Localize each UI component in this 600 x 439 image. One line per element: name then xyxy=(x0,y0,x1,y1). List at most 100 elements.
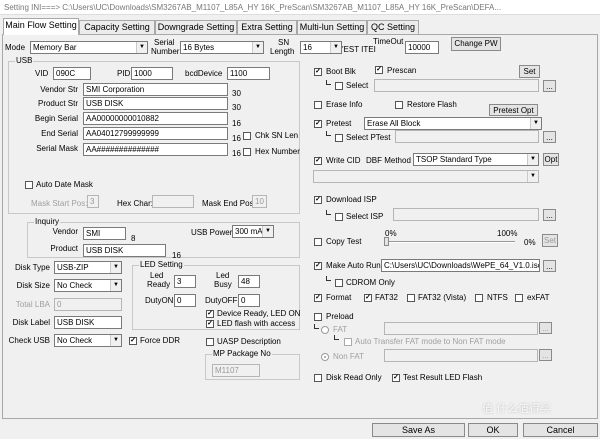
pretest-select[interactable]: Erase All Block ▼ xyxy=(364,117,542,130)
inquiry-vendor-input[interactable]: SMI xyxy=(83,227,126,240)
auto-run-path-input[interactable]: C:\Users\UC\Downloads\WePE_64_V1.0.iso xyxy=(381,259,540,272)
duty-off-input[interactable]: 0 xyxy=(238,294,260,307)
serial-number-value: 16 Bytes xyxy=(183,43,215,52)
serial-number-label-2: Number xyxy=(151,47,180,56)
hex-char-input[interactable] xyxy=(152,195,194,208)
end-serial-input[interactable]: AA04012799999999 xyxy=(83,127,228,140)
vendor-str-input[interactable]: SMI Corporation xyxy=(83,83,228,96)
chk-sn-len-checkbox[interactable] xyxy=(243,132,251,140)
disk-label-input[interactable]: USB DISK xyxy=(54,316,122,329)
usb-power-value: 300 mA xyxy=(235,227,263,236)
mask-end-pos-input[interactable]: 10 xyxy=(252,195,267,208)
pretest-opt-button[interactable]: Pretest Opt xyxy=(489,104,538,116)
duty-on-input[interactable]: 0 xyxy=(174,294,196,307)
copy-test-set-button[interactable]: Set xyxy=(542,234,558,247)
fat-radio[interactable] xyxy=(321,326,329,334)
select-isp-input[interactable] xyxy=(393,208,539,221)
chevron-down-icon: ▼ xyxy=(330,42,341,53)
led-flash-checkbox[interactable]: ✓ xyxy=(206,320,214,328)
disk-size-value: No Check xyxy=(57,281,93,290)
ptest-browse-button[interactable]: ... xyxy=(543,131,556,143)
isp-browse-button[interactable]: ... xyxy=(543,209,556,221)
tab-capacity[interactable]: Capacity Setting xyxy=(79,20,155,34)
vid-input[interactable]: 090C xyxy=(53,67,91,80)
inquiry-vendor-length: 8 xyxy=(131,234,136,243)
check-usb-select[interactable]: No Check ▼ xyxy=(54,334,122,347)
sn-length-select[interactable]: 16 ▼ xyxy=(300,41,342,54)
tab-qc[interactable]: QC Setting xyxy=(367,20,419,34)
copy-test-slider-thumb[interactable] xyxy=(384,237,389,246)
save-as-button[interactable]: Save As xyxy=(372,423,465,437)
total-lba-input[interactable]: 0 xyxy=(54,298,122,311)
select-ptest-checkbox[interactable] xyxy=(335,134,343,142)
format-checkbox[interactable]: ✓ xyxy=(314,294,322,302)
usb-group-title: USB xyxy=(15,56,34,66)
download-isp-checkbox[interactable]: ✓ xyxy=(314,196,322,204)
boot-select-checkbox[interactable] xyxy=(335,82,343,90)
begin-serial-input[interactable]: AA00000000010882 xyxy=(83,112,228,125)
led-busy-input[interactable]: 48 xyxy=(238,275,260,288)
select-ptest-input[interactable] xyxy=(395,130,539,143)
hex-number-checkbox[interactable] xyxy=(243,148,251,156)
tab-multi-lun[interactable]: Multi-lun Setting xyxy=(297,20,367,34)
copy-test-checkbox[interactable] xyxy=(314,238,322,246)
mp-package-input[interactable]: M1107 xyxy=(212,364,260,377)
ntfs-checkbox[interactable] xyxy=(475,294,483,302)
mode-select[interactable]: Memory Bar ▼ xyxy=(30,41,148,54)
bcd-device-input[interactable]: 1100 xyxy=(227,67,270,80)
disk-read-only-checkbox[interactable] xyxy=(314,374,322,382)
non-fat-radio[interactable] xyxy=(321,353,329,361)
inquiry-product-input[interactable]: USB DISK xyxy=(83,244,166,257)
auto-date-mask-checkbox[interactable] xyxy=(25,181,33,189)
boot-browse-button[interactable]: ... xyxy=(543,80,556,92)
led-ready-input[interactable]: 3 xyxy=(174,275,196,288)
prescan-checkbox[interactable]: ✓ xyxy=(375,66,383,74)
fat32-vista-checkbox[interactable] xyxy=(407,294,415,302)
prescan-label: Prescan xyxy=(387,66,417,75)
boot-blk-checkbox[interactable]: ✓ xyxy=(314,68,322,76)
ok-button[interactable]: OK xyxy=(468,423,518,437)
cid-secondary-select[interactable]: ▼ xyxy=(313,170,539,183)
dbf-method-select[interactable]: TSOP Standard Type ▼ xyxy=(413,153,539,166)
tab-downgrade[interactable]: Downgrade Setting xyxy=(155,20,237,34)
change-pw-button[interactable]: Change PW xyxy=(451,37,501,51)
exfat-checkbox[interactable] xyxy=(515,294,523,302)
serial-number-select[interactable]: 16 Bytes ▼ xyxy=(180,41,264,54)
force-ddr-checkbox[interactable]: ✓ xyxy=(129,337,137,345)
boot-select-input[interactable] xyxy=(374,79,539,92)
begin-serial-label: Begin Serial xyxy=(34,114,78,123)
device-ready-led-on-checkbox[interactable]: ✓ xyxy=(206,310,214,318)
product-str-input[interactable]: USB DISK xyxy=(83,97,228,110)
preload-checkbox[interactable] xyxy=(314,313,322,321)
disk-size-select[interactable]: No Check ▼ xyxy=(54,279,122,292)
serial-mask-input[interactable]: AA############## xyxy=(83,143,228,156)
boot-set-button[interactable]: Set xyxy=(519,65,540,78)
auto-transfer-checkbox[interactable] xyxy=(344,338,352,346)
test-result-led-flash-checkbox[interactable]: ✓ xyxy=(392,374,400,382)
cancel-button[interactable]: Cancel xyxy=(523,423,598,437)
duty-on-label: DutyON xyxy=(145,296,174,305)
pretest-checkbox[interactable]: ✓ xyxy=(314,120,322,128)
fat32-checkbox[interactable]: ✓ xyxy=(364,294,372,302)
preload-non-fat-browse-button[interactable]: ... xyxy=(539,349,552,361)
auto-run-browse-button[interactable]: ... xyxy=(543,260,556,272)
preload-fat-input[interactable] xyxy=(384,322,538,335)
disk-type-select[interactable]: USB-ZIP ▼ xyxy=(54,261,122,274)
select-isp-checkbox[interactable] xyxy=(335,213,343,221)
uasp-description-checkbox[interactable] xyxy=(206,338,214,346)
copy-test-slider[interactable] xyxy=(386,241,515,243)
erase-info-checkbox[interactable] xyxy=(314,101,322,109)
opt-button[interactable]: Opt xyxy=(543,153,559,166)
write-cid-checkbox[interactable]: ✓ xyxy=(314,157,322,165)
make-auto-run-checkbox[interactable]: ✓ xyxy=(314,262,322,270)
tab-extra[interactable]: Extra Setting xyxy=(237,20,297,34)
preload-non-fat-input[interactable] xyxy=(384,349,538,362)
mask-start-pos-input[interactable]: 3 xyxy=(87,195,99,208)
usb-power-select[interactable]: 300 mA ▼ xyxy=(232,225,274,238)
tab-main-flow[interactable]: Main Flow Setting xyxy=(3,18,79,35)
restore-flash-checkbox[interactable] xyxy=(395,101,403,109)
preload-fat-browse-button[interactable]: ... xyxy=(539,322,552,334)
cdrom-only-checkbox[interactable] xyxy=(335,279,343,287)
pid-input[interactable]: 1000 xyxy=(131,67,173,80)
timeout-input[interactable]: 10000 xyxy=(405,41,439,54)
